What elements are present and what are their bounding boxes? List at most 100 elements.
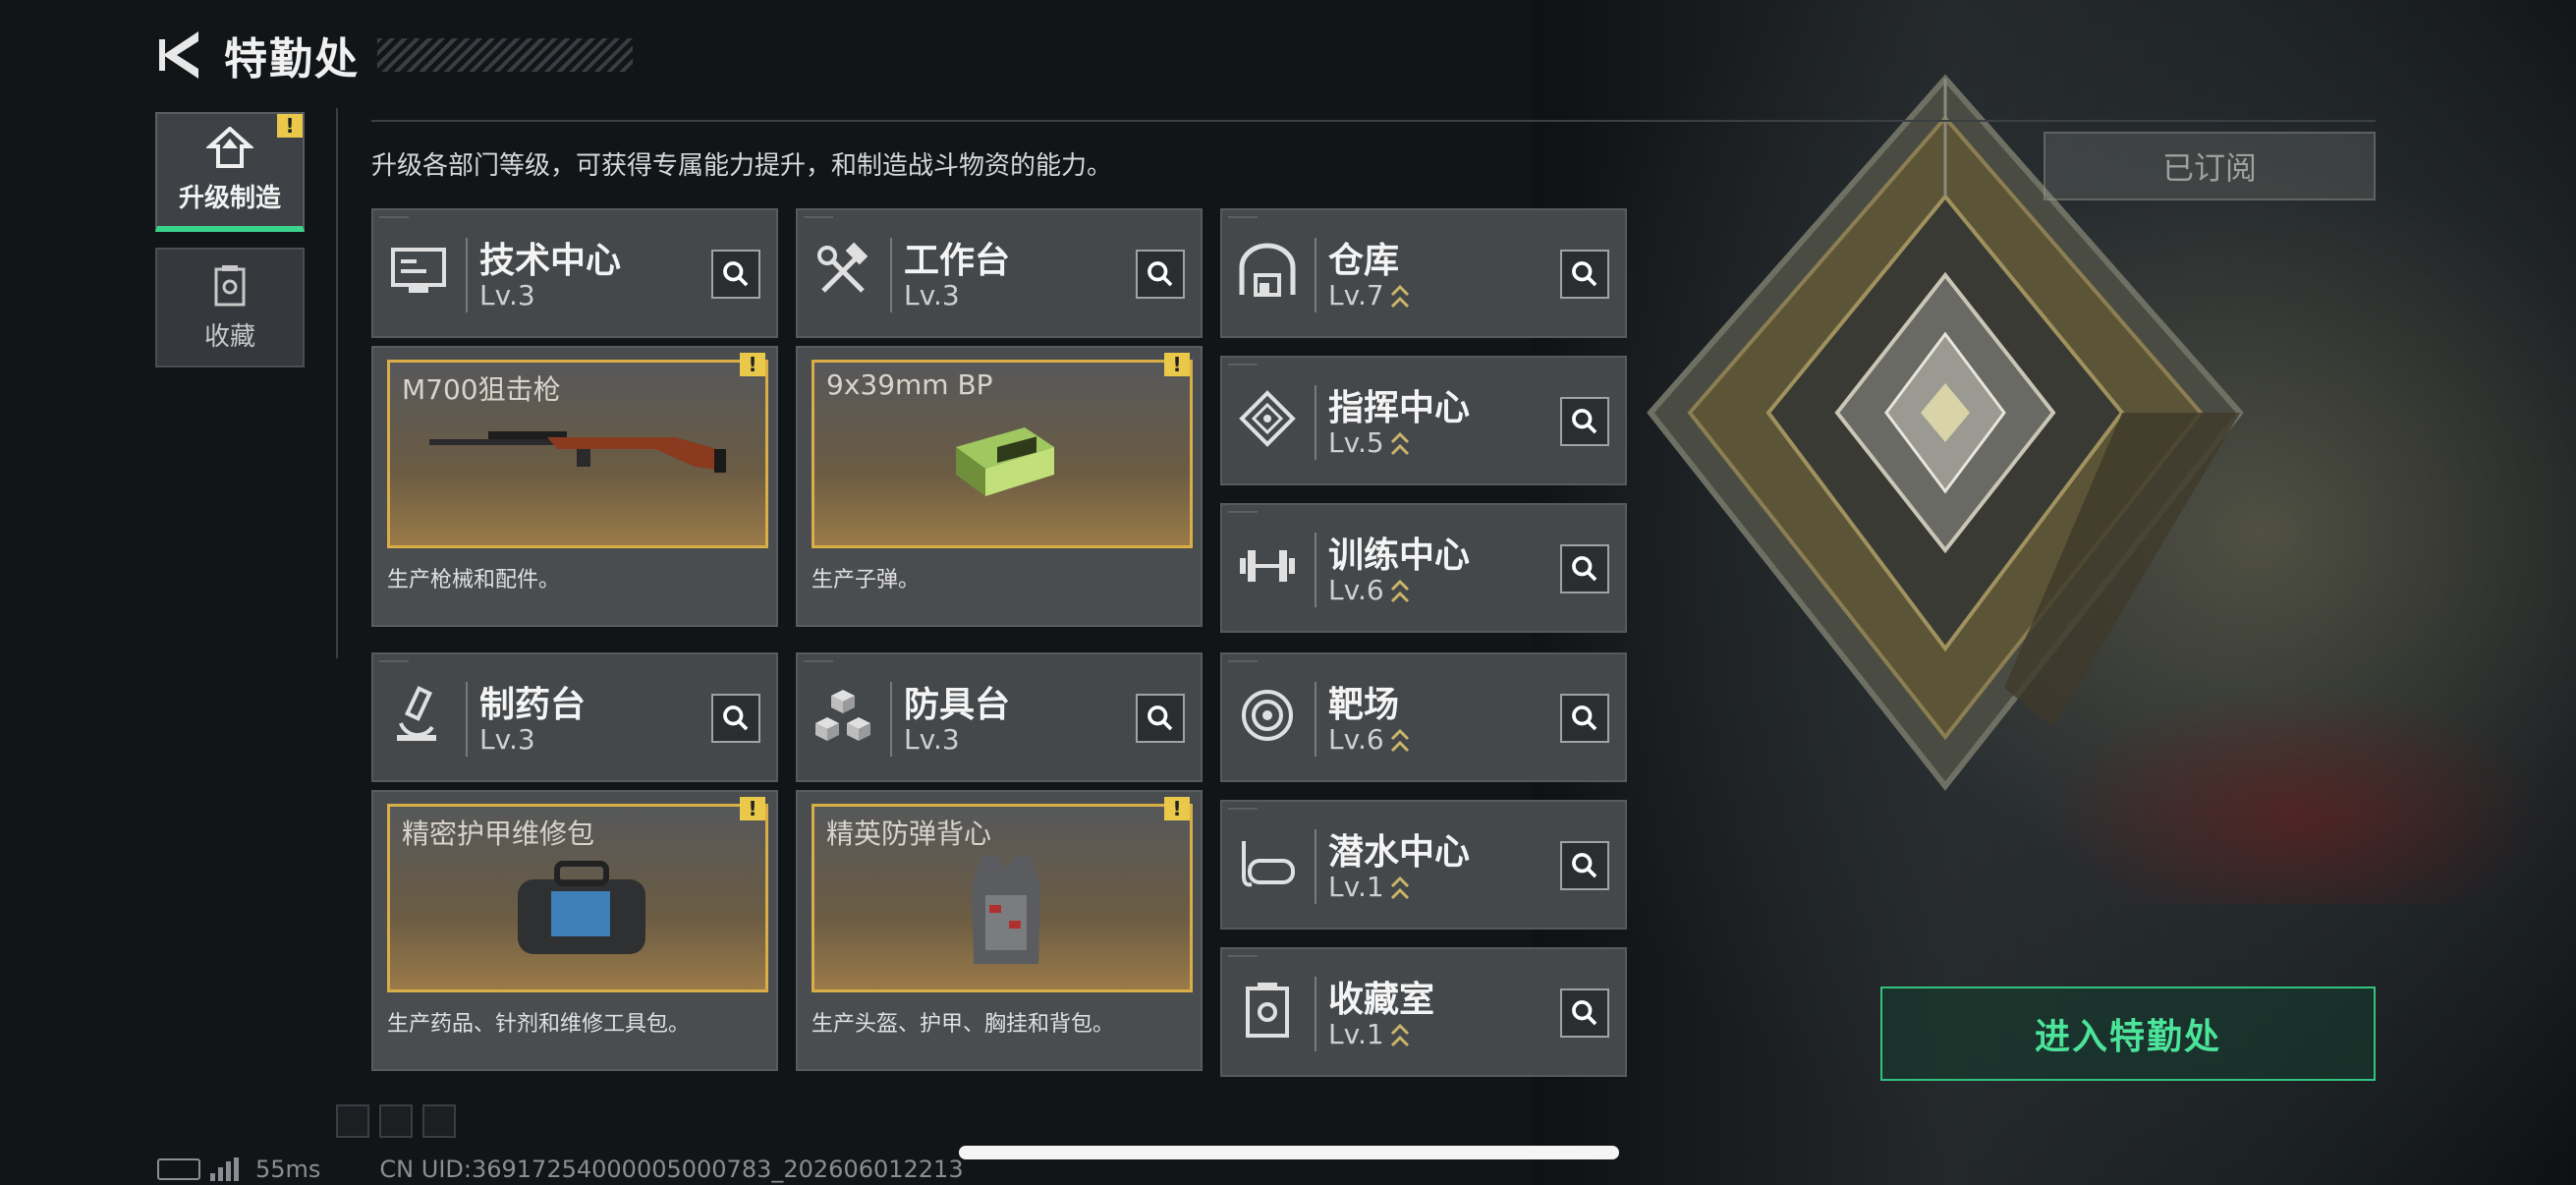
department-card-tech-center[interactable]: 技术中心 Lv.3 — [371, 208, 778, 338]
tab-label: 收藏 — [203, 321, 255, 352]
search-icon[interactable] — [1136, 250, 1185, 299]
dumbbell-icon — [1240, 550, 1295, 582]
production-description: 生产药品、针剂和维修工具包。 — [387, 1012, 691, 1037]
search-icon[interactable] — [1560, 397, 1609, 446]
department-name: 仓库 — [1328, 241, 1400, 281]
department-card-warehouse[interactable]: 仓库 Lv.7 — [1220, 208, 1627, 338]
department-card-command-center[interactable]: 指挥中心 Lv.5 — [1220, 356, 1627, 485]
production-card-pharmacy[interactable]: 精密护甲维修包 ! 生产药品、针剂和维修工具包。 — [371, 790, 778, 1071]
department-card-armor-bench[interactable]: 防具台 Lv.3 — [796, 652, 1203, 782]
production-card-armor-bench[interactable]: 精英防弹背心 ! 生产头盔、护甲、胸挂和背包。 — [796, 790, 1203, 1071]
enter-special-ops-button[interactable]: 进入特勤处 — [1880, 987, 2376, 1081]
page-title: 特勤处 — [224, 34, 360, 85]
production-description: 生产子弹。 — [812, 568, 921, 592]
department-level: Lv.3 — [904, 279, 960, 311]
tab-collection[interactable]: 收藏 — [155, 248, 305, 367]
card-divider — [1315, 977, 1316, 1051]
card-divider — [466, 238, 468, 312]
production-item[interactable]: 9x39mm BP ! — [812, 353, 1193, 548]
signal-icon — [210, 1157, 242, 1181]
subscribed-button[interactable]: 已订阅 — [2044, 132, 2376, 200]
level-text: Lv.7 — [1328, 279, 1384, 311]
department-name: 训练中心 — [1328, 536, 1471, 576]
ping-value: 55ms — [255, 1156, 321, 1183]
department-level: Lv.7 — [1328, 279, 1410, 311]
department-card-pharmacy[interactable]: 制药台 Lv.3 — [371, 652, 778, 782]
production-card-tech-center[interactable]: M700狙击枪 ! 生产枪械和配件。 — [371, 346, 778, 627]
search-icon[interactable] — [1136, 694, 1185, 743]
warehouse-icon — [1239, 243, 1296, 297]
card-divider — [890, 238, 892, 312]
search-icon[interactable] — [711, 250, 760, 299]
upgrade-chevron-icon — [1390, 284, 1409, 308]
card-divider — [466, 682, 468, 757]
production-item[interactable]: 精英防弹背心 ! — [812, 797, 1193, 992]
search-icon[interactable] — [1560, 694, 1609, 743]
search-icon[interactable] — [1560, 988, 1609, 1038]
department-level: Lv.3 — [479, 279, 535, 311]
card-corner-mark — [1228, 511, 1258, 519]
search-icon[interactable] — [1560, 841, 1609, 890]
department-card-workbench[interactable]: 工作台 Lv.3 — [796, 208, 1203, 338]
card-corner-mark — [804, 216, 833, 224]
armor-vest-image — [972, 856, 1040, 964]
tab-label: 升级制造 — [178, 183, 281, 213]
decor-square — [379, 1104, 413, 1138]
production-item[interactable]: 精密护甲维修包 ! — [387, 797, 768, 992]
goggles-icon — [1242, 841, 1295, 887]
upgrade-arrow-icon — [206, 126, 253, 168]
card-corner-mark — [1228, 216, 1258, 224]
status-footer: 55ms CN UID:36917254000005000783_2026060… — [157, 1156, 964, 1183]
department-name: 制药台 — [479, 685, 587, 725]
back-arrow-icon[interactable] — [157, 26, 204, 85]
department-card-collection-room[interactable]: 收藏室 Lv.1 — [1220, 947, 1627, 1077]
department-level: Lv.1 — [1328, 871, 1410, 903]
department-name: 指挥中心 — [1328, 388, 1471, 428]
upgrade-chevron-icon — [1390, 728, 1409, 752]
warning-badge: ! — [740, 797, 765, 820]
warning-badge: ! — [1164, 797, 1190, 820]
card-corner-mark — [1228, 364, 1258, 371]
department-level: Lv.1 — [1328, 1018, 1410, 1050]
card-divider — [1315, 533, 1316, 607]
bottom-decoration — [336, 1104, 466, 1138]
item-name: 9x39mm BP — [826, 368, 993, 401]
upgrade-chevron-icon — [1390, 1023, 1409, 1046]
department-name: 工作台 — [904, 241, 1011, 281]
armor-repair-kit-image — [518, 861, 645, 954]
production-item[interactable]: M700狙击枪 ! — [387, 353, 768, 548]
department-card-training-center[interactable]: 训练中心 Lv.6 — [1220, 503, 1627, 633]
search-icon[interactable] — [711, 694, 760, 743]
department-level: Lv.3 — [904, 723, 960, 756]
department-name: 收藏室 — [1328, 980, 1435, 1020]
level-text: Lv.3 — [904, 723, 960, 756]
microscope-icon — [397, 686, 436, 741]
upgrade-chevron-icon — [1390, 431, 1409, 455]
card-corner-mark — [379, 216, 409, 224]
title-decoration — [377, 38, 633, 72]
card-divider — [1315, 829, 1316, 904]
department-level: Lv.3 — [479, 723, 535, 756]
level-text: Lv.6 — [1328, 723, 1384, 756]
command-icon — [1239, 390, 1296, 447]
production-card-workbench[interactable]: 9x39mm BP ! 生产子弹。 — [796, 346, 1203, 627]
level-text: Lv.5 — [1328, 426, 1384, 459]
home-indicator[interactable] — [959, 1146, 1619, 1159]
card-corner-mark — [804, 660, 833, 668]
cubes-icon — [815, 690, 870, 741]
department-name: 技术中心 — [479, 241, 622, 281]
search-icon[interactable] — [1560, 250, 1609, 299]
card-corner-mark — [1228, 660, 1258, 668]
tab-upgrade-craft[interactable]: 升级制造 ! — [155, 112, 305, 232]
item-name: M700狙击枪 — [402, 373, 561, 406]
department-level: Lv.6 — [1328, 574, 1410, 606]
card-corner-mark — [1228, 955, 1258, 963]
search-icon[interactable] — [1560, 544, 1609, 593]
card-divider — [1315, 682, 1316, 757]
department-card-diving-center[interactable]: 潜水中心 Lv.1 — [1220, 800, 1627, 930]
top-divider — [371, 120, 2376, 122]
department-name: 靶场 — [1328, 685, 1400, 725]
department-level: Lv.6 — [1328, 723, 1410, 756]
department-card-shooting-range[interactable]: 靶场 Lv.6 — [1220, 652, 1627, 782]
department-level: Lv.5 — [1328, 426, 1410, 459]
